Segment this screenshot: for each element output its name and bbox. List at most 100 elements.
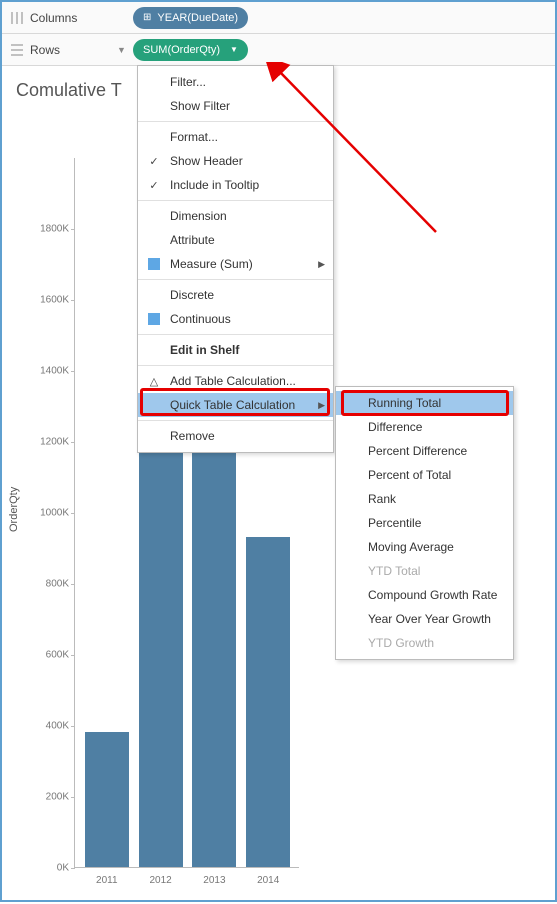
menu-item-label: Filter... (170, 75, 206, 89)
y-tick: 400K (30, 721, 75, 732)
menu-item[interactable]: ✓ Show Header (138, 149, 333, 173)
menu-separator (138, 365, 333, 366)
menu-item-label: Attribute (170, 233, 215, 247)
rows-shelf[interactable]: Rows ▼ SUM(OrderQty) ▼ (2, 34, 555, 66)
menu-item[interactable]: Measure (Sum)▶ (138, 252, 333, 276)
menu-item-label: Show Filter (170, 99, 230, 113)
menu-separator (138, 279, 333, 280)
y-tick: 0K (30, 863, 75, 874)
menu-item-label: Show Header (170, 154, 243, 168)
columns-shelf[interactable]: Columns ⊞ YEAR(DueDate) (2, 2, 555, 34)
y-tick: 200K (30, 792, 75, 803)
y-tick: 1600K (30, 295, 75, 306)
y-tick: 800K (30, 579, 75, 590)
rows-label-text: Rows (30, 43, 60, 57)
x-tick: 2014 (246, 867, 290, 886)
y-tick-mark (71, 726, 75, 727)
pill-context-menu[interactable]: Filter... Show Filter Format... ✓ Show Heade… (137, 65, 334, 453)
bullet-icon (148, 313, 160, 325)
submenu-item[interactable]: Compound Growth Rate (336, 583, 513, 607)
menu-item[interactable]: Attribute (138, 228, 333, 252)
submenu-item-label: Percent of Total (368, 468, 451, 482)
y-tick: 1400K (30, 366, 75, 377)
y-tick: 600K (30, 650, 75, 661)
quick-table-calc-submenu[interactable]: Running Total Difference Percent Differenc… (335, 386, 514, 660)
submenu-item-label: Running Total (368, 396, 441, 410)
menu-item[interactable]: Remove (138, 424, 333, 448)
menu-separator (138, 121, 333, 122)
columns-icon (10, 11, 24, 25)
bullet-icon (148, 258, 160, 270)
title-text: Comulative T (16, 80, 122, 100)
bar[interactable] (139, 441, 183, 867)
x-tick: 2011 (85, 867, 129, 886)
bar[interactable] (246, 537, 290, 867)
menu-item[interactable]: Dimension (138, 204, 333, 228)
menu-item[interactable]: Quick Table Calculation ▶ (138, 393, 333, 417)
submenu-item[interactable]: Year Over Year Growth (336, 607, 513, 631)
submenu-item: YTD Total (336, 559, 513, 583)
pill-dropdown-icon[interactable]: ▼ (230, 45, 238, 54)
menu-item[interactable]: Edit in Shelf (138, 338, 333, 362)
y-axis-label: OrderQty (8, 487, 20, 532)
y-tick-mark (71, 584, 75, 585)
submenu-item[interactable]: Percent of Total (336, 463, 513, 487)
rows-pill[interactable]: SUM(OrderQty) ▼ (133, 39, 248, 61)
rows-icon (10, 43, 24, 57)
submenu-item-label: Moving Average (368, 540, 454, 554)
menu-item-label: Measure (Sum) (170, 257, 253, 271)
y-tick: 1000K (30, 508, 75, 519)
date-plus-icon: ⊞ (143, 12, 151, 23)
y-tick: 1200K (30, 437, 75, 448)
y-tick-mark (71, 442, 75, 443)
rows-shelf-label: Rows ▼ (10, 43, 125, 57)
chevron-down-icon[interactable]: ▼ (117, 45, 125, 55)
y-tick: 1800K (30, 224, 75, 235)
bar[interactable] (85, 732, 129, 867)
menu-item[interactable]: △Add Table Calculation... (138, 369, 333, 393)
menu-item-label: Remove (170, 429, 215, 443)
menu-item[interactable]: Format... (138, 125, 333, 149)
rows-pill-label: SUM(OrderQty) (143, 44, 220, 56)
submenu-item-label: Rank (368, 492, 396, 506)
menu-separator (138, 200, 333, 201)
submenu-item-label: Percentile (368, 516, 421, 530)
y-tick-mark (71, 229, 75, 230)
menu-item-label: Format... (170, 130, 218, 144)
submenu-item[interactable]: Running Total (336, 391, 513, 415)
columns-shelf-label: Columns (10, 11, 125, 25)
submenu-item-label: Compound Growth Rate (368, 588, 497, 602)
menu-item-label: Discrete (170, 288, 214, 302)
menu-item[interactable]: Filter... (138, 70, 333, 94)
menu-item-label: Continuous (170, 312, 231, 326)
submenu-item[interactable]: Difference (336, 415, 513, 439)
columns-pill[interactable]: ⊞ YEAR(DueDate) (133, 7, 248, 29)
menu-item[interactable]: Continuous (138, 307, 333, 331)
submenu-item[interactable]: Moving Average (336, 535, 513, 559)
menu-item-label: Quick Table Calculation (170, 398, 295, 412)
y-tick-mark (71, 868, 75, 869)
x-tick: 2013 (192, 867, 236, 886)
menu-item[interactable]: Discrete (138, 283, 333, 307)
menu-separator (138, 334, 333, 335)
submenu-item-label: Difference (368, 420, 422, 434)
check-icon: ✓ (146, 155, 162, 168)
submenu-arrow-icon: ▶ (318, 400, 325, 411)
submenu-item-label: Year Over Year Growth (368, 612, 491, 626)
y-tick-mark (71, 371, 75, 372)
submenu-item[interactable]: Percentile (336, 511, 513, 535)
bar[interactable] (192, 441, 236, 867)
submenu-item-label: YTD Growth (368, 636, 434, 650)
y-tick-mark (71, 797, 75, 798)
y-tick-mark (71, 513, 75, 514)
submenu-item: YTD Growth (336, 631, 513, 655)
menu-item-label: Include in Tooltip (170, 178, 259, 192)
columns-pill-label: YEAR(DueDate) (157, 12, 238, 24)
x-tick: 2012 (139, 867, 183, 886)
menu-item[interactable]: ✓Include in Tooltip (138, 173, 333, 197)
submenu-item[interactable]: Percent Difference (336, 439, 513, 463)
menu-item-label: Edit in Shelf (170, 343, 239, 357)
submenu-item[interactable]: Rank (336, 487, 513, 511)
y-tick-mark (71, 300, 75, 301)
menu-item[interactable]: Show Filter (138, 94, 333, 118)
